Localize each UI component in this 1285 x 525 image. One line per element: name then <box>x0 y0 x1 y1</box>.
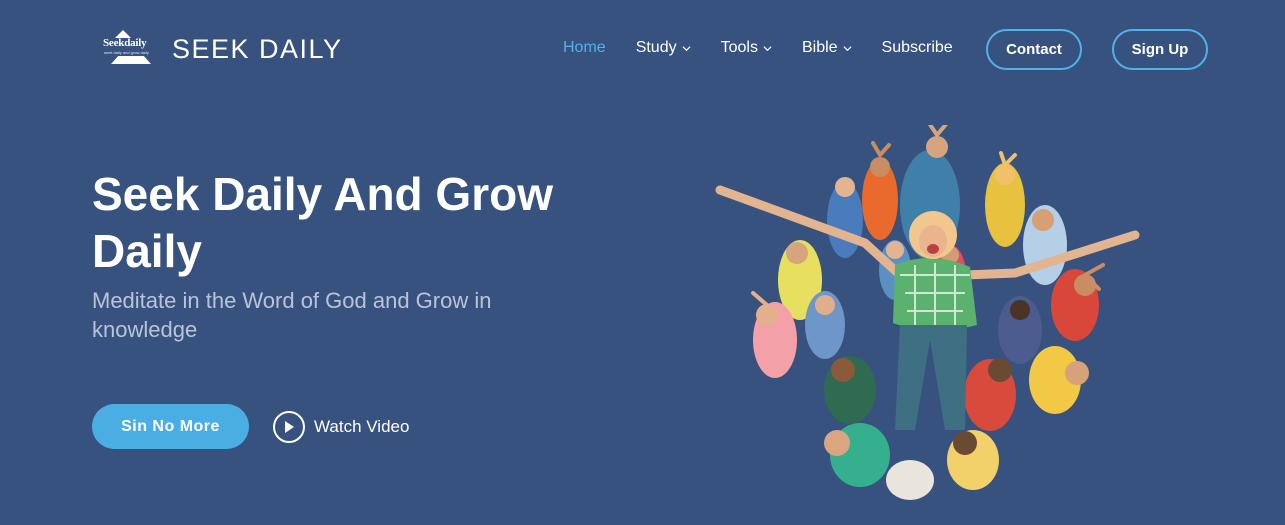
main-nav: Home Study Tools Bible Subscribe <box>563 39 983 57</box>
play-triangle-icon <box>285 421 294 433</box>
hero-crowd-image <box>715 125 1140 500</box>
nav-home-label: Home <box>563 39 606 56</box>
contact-button[interactable]: Contact <box>986 29 1082 70</box>
nav-tools[interactable]: Tools <box>721 39 772 57</box>
logo-mark: Seekdaily seek daily and grow daily <box>103 30 159 68</box>
logo-base <box>111 56 151 64</box>
nav-subscribe-label: Subscribe <box>881 39 953 56</box>
logo-tagline: seek daily and grow daily <box>104 50 149 55</box>
brand-name: SEEK DAILY <box>172 33 343 64</box>
chevron-down-icon <box>682 45 691 51</box>
nav-home[interactable]: Home <box>563 39 606 57</box>
nav-bible[interactable]: Bible <box>802 39 852 57</box>
nav-study[interactable]: Study <box>636 39 691 57</box>
nav-tools-label: Tools <box>720 39 758 56</box>
watch-video-button[interactable]: Watch Video <box>273 411 409 443</box>
watch-video-label: Watch Video <box>314 417 410 436</box>
sin-no-more-button[interactable]: Sin No More <box>92 404 249 449</box>
hero-subtitle: Meditate in the Word of God and Grow in … <box>92 288 492 342</box>
nav-bible-label: Bible <box>801 39 838 56</box>
site-header: Seekdaily seek daily and grow daily SEEK… <box>0 0 1285 100</box>
logo-text: Seekdaily <box>103 37 147 49</box>
chevron-down-icon <box>843 45 852 51</box>
chevron-down-icon <box>763 45 772 51</box>
hero-title: Seek Daily And Grow Daily <box>92 168 553 277</box>
nav-study-label: Study <box>635 39 677 56</box>
nav-subscribe[interactable]: Subscribe <box>882 39 953 57</box>
brand-logo[interactable]: Seekdaily seek daily and grow daily SEEK… <box>103 30 343 68</box>
play-icon <box>273 411 305 443</box>
sign-up-button[interactable]: Sign Up <box>1112 29 1208 70</box>
